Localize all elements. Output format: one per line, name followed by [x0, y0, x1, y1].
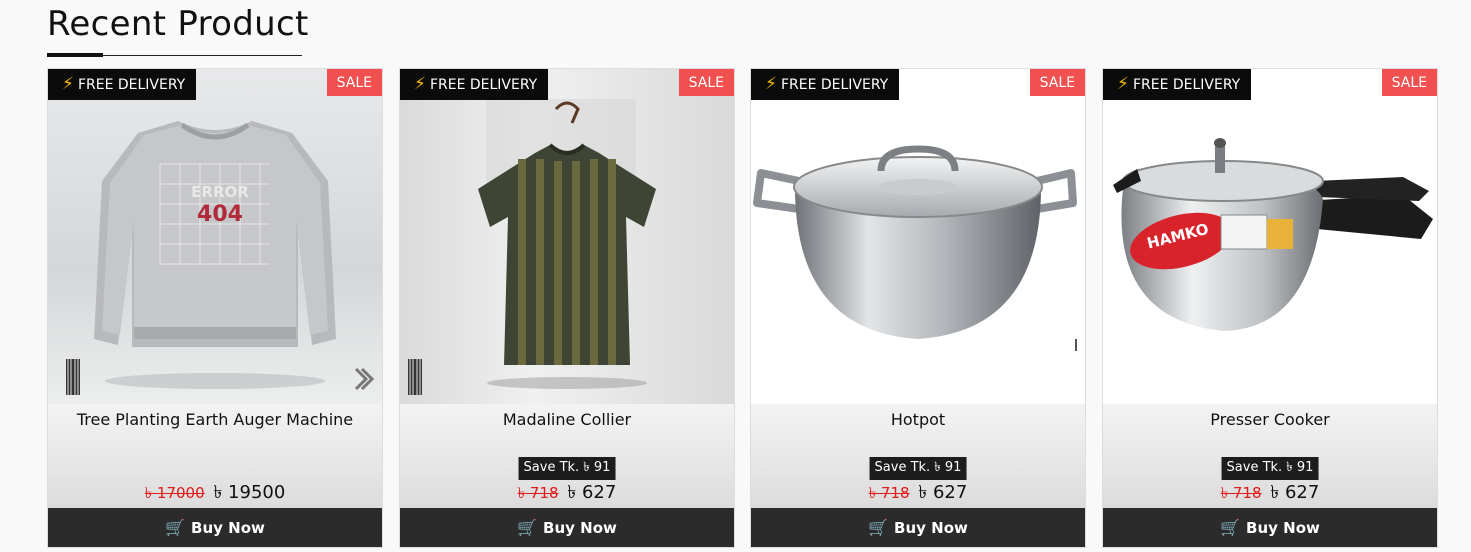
product-price: ৳ 17000 ৳ 19500: [48, 478, 382, 509]
buy-now-button[interactable]: 🛒 Buy Now: [751, 508, 1085, 547]
tshirt-image: [408, 99, 656, 395]
product-image[interactable]: [400, 69, 734, 404]
product-info: Tree Planting Earth Auger Machine ৳ 1700…: [48, 404, 382, 508]
product-card[interactable]: ⚡ FREE DELIVERY SALE Hotpot Save Tk. ৳ 91…: [750, 68, 1086, 548]
product-card[interactable]: HAMKO ⚡ FREE DELIVERY SALE Presser Cooker…: [1102, 68, 1438, 548]
sweatshirt-image: ERROR 404: [66, 121, 375, 395]
product-price: ৳ 718 ৳ 627: [1103, 478, 1437, 509]
free-delivery-badge: ⚡ FREE DELIVERY: [751, 69, 900, 100]
product-name[interactable]: Presser Cooker: [1103, 410, 1437, 429]
product-info: Hotpot Save Tk. ৳ 91 ৳ 718 ৳ 627: [751, 404, 1085, 508]
product-info: Presser Cooker Save Tk. ৳ 91 ৳ 718 ৳ 627: [1103, 404, 1437, 508]
svg-text:ERROR: ERROR: [191, 183, 249, 201]
product-price: ৳ 718 ৳ 627: [751, 478, 1085, 509]
cart-icon: 🛒: [517, 518, 538, 537]
product-card[interactable]: ERROR 404 ⚡ FREE DELIVERY SALE Tree Plant…: [47, 68, 383, 548]
buy-now-button[interactable]: 🛒 Buy Now: [48, 508, 382, 547]
lightning-icon: ⚡: [414, 74, 426, 94]
old-price: ৳ 718: [868, 484, 910, 502]
current-price: ৳ 627: [918, 482, 968, 503]
title-underline-accent: [47, 53, 103, 57]
cart-icon: 🛒: [1220, 518, 1241, 537]
product-price: ৳ 718 ৳ 627: [400, 478, 734, 509]
current-price: ৳ 19500: [213, 482, 286, 503]
sale-badge: SALE: [1381, 69, 1437, 96]
cart-icon: 🛒: [868, 518, 889, 537]
old-price: ৳ 718: [1220, 484, 1262, 502]
save-amount-tag: Save Tk. ৳ 91: [869, 457, 967, 480]
sale-badge: SALE: [1029, 69, 1085, 96]
old-price: ৳ 718: [517, 484, 559, 502]
product-card[interactable]: ⚡ FREE DELIVERY SALE Madaline Collier Sav…: [399, 68, 735, 548]
free-delivery-badge: ⚡ FREE DELIVERY: [400, 69, 549, 100]
buy-now-button[interactable]: 🛒 Buy Now: [400, 508, 734, 547]
sale-badge: SALE: [326, 69, 382, 96]
pressure-cooker-image: HAMKO: [1113, 138, 1433, 331]
product-name[interactable]: Hotpot: [751, 410, 1085, 429]
section-title: Recent Product: [47, 4, 309, 44]
current-price: ৳ 627: [1270, 482, 1320, 503]
save-amount-tag: Save Tk. ৳ 91: [1221, 457, 1319, 480]
lightning-icon: ⚡: [765, 74, 777, 94]
sale-badge: SALE: [678, 69, 734, 96]
cart-icon: 🛒: [165, 518, 186, 537]
svg-text:404: 404: [197, 202, 243, 227]
current-price: ৳ 627: [567, 482, 617, 503]
product-name[interactable]: Tree Planting Earth Auger Machine: [48, 410, 382, 429]
product-image[interactable]: [751, 69, 1085, 404]
save-amount-tag: Save Tk. ৳ 91: [518, 457, 616, 480]
lightning-icon: ⚡: [62, 74, 74, 94]
product-image[interactable]: HAMKO: [1103, 69, 1437, 404]
buy-now-button[interactable]: 🛒 Buy Now: [1103, 508, 1437, 547]
old-price: ৳ 17000: [144, 484, 205, 502]
product-image[interactable]: ERROR 404: [48, 69, 382, 404]
lightning-icon: ⚡: [1117, 74, 1129, 94]
free-delivery-badge: ⚡ FREE DELIVERY: [48, 69, 197, 100]
free-delivery-badge: ⚡ FREE DELIVERY: [1103, 69, 1252, 100]
product-info: Madaline Collier Save Tk. ৳ 91 ৳ 718 ৳ 6…: [400, 404, 734, 508]
hotpot-image: [753, 145, 1077, 351]
product-name[interactable]: Madaline Collier: [400, 410, 734, 429]
